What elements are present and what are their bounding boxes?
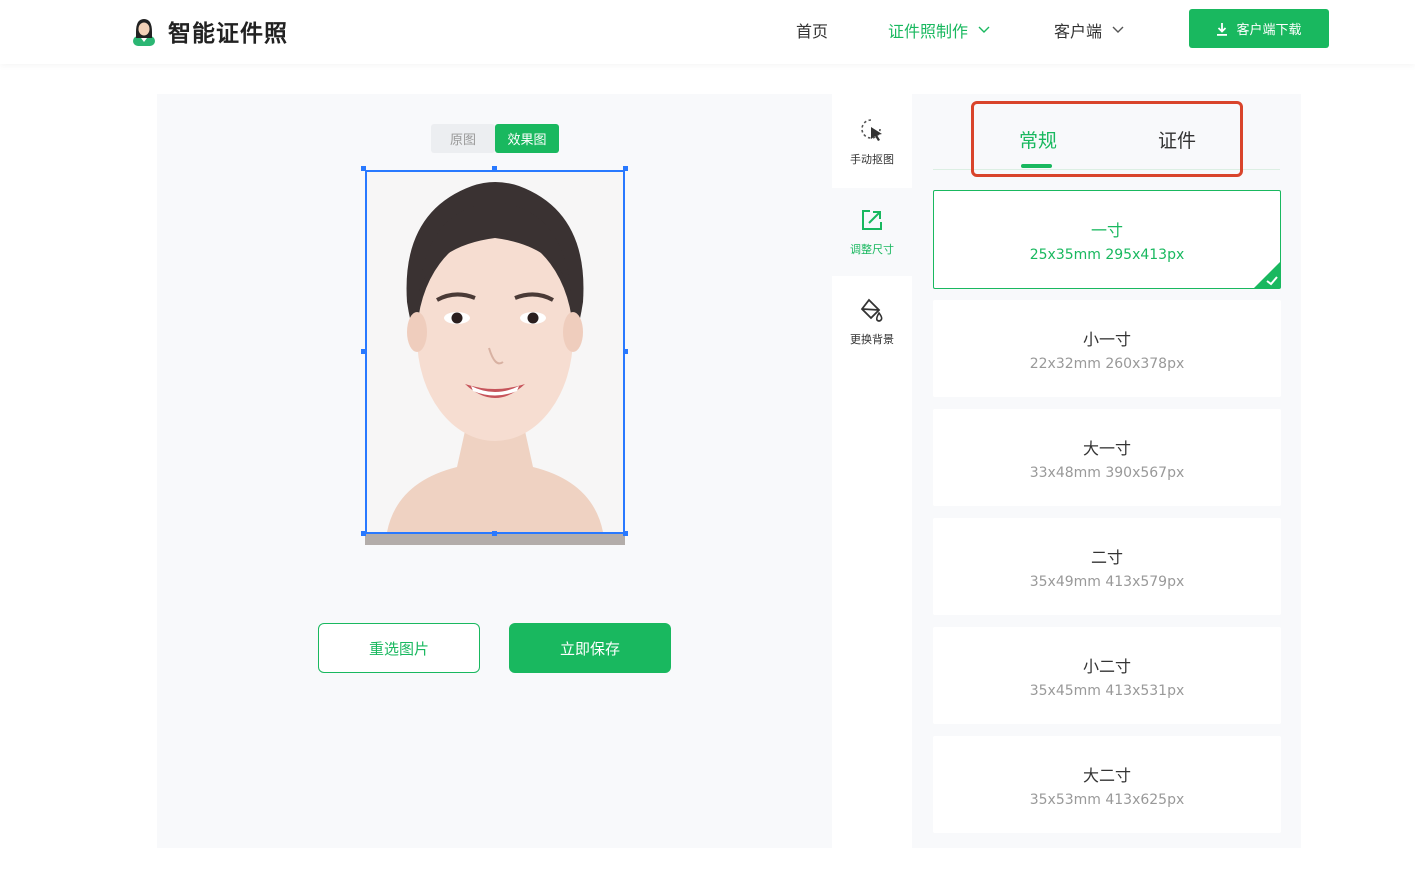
view-toggle: 原图 效果图 (431, 124, 559, 153)
crop-handle-top[interactable] (492, 166, 497, 171)
tool-manual-cutout[interactable]: 手动抠图 (832, 98, 912, 186)
crop-handle-br[interactable] (623, 531, 628, 536)
size-spec: 22x32mm 260x378px (1029, 355, 1185, 372)
size-name: 大二寸 (1082, 765, 1131, 785)
size-tabs: 常规 证件 (933, 94, 1280, 170)
crop-handle-bottom[interactable] (492, 531, 497, 536)
nav-id-photo-label: 证件照制作 (888, 22, 969, 41)
logo-avatar-icon (133, 19, 155, 46)
size-name: 大一寸 (1082, 438, 1131, 458)
tool-manual-cutout-label: 手动抠图 (850, 153, 894, 166)
logo-text: 智能证件照 (168, 21, 288, 47)
tool-resize-label: 调整尺寸 (850, 243, 894, 256)
nav-home-label: 首页 (796, 22, 829, 41)
crop-handle-left[interactable] (361, 349, 366, 354)
toggle-original[interactable]: 原图 (431, 124, 495, 153)
size-name: 小二寸 (1082, 656, 1131, 676)
size-spec: 35x49mm 413x579px (1029, 573, 1185, 590)
chevron-down-icon (978, 26, 990, 33)
size-option-small-2inch[interactable]: 小二寸 35x45mm 413x531px (933, 627, 1281, 724)
size-option-small-1inch[interactable]: 小一寸 22x32mm 260x378px (933, 300, 1281, 397)
resize-icon (862, 210, 882, 230)
toggle-effect[interactable]: 效果图 (495, 124, 559, 153)
size-name: 小一寸 (1082, 329, 1131, 349)
crop-handle-tr[interactable] (623, 166, 628, 171)
tool-sidebar: 手动抠图 调整尺寸 更换背景 (832, 94, 912, 848)
top-header: 智能证件照 首页 证件照制作 客户端 客户端下载 (0, 0, 1415, 64)
size-name: 一寸 (1090, 220, 1123, 240)
tool-change-background-label: 更换背景 (850, 333, 894, 346)
download-icon (1217, 22, 1228, 36)
client-download-label: 客户端下载 (1236, 23, 1302, 38)
photo-editor-panel: 原图 效果图 重选图片 立即保存 (157, 94, 832, 848)
nav-home[interactable]: 首页 (796, 18, 828, 42)
size-spec: 35x45mm 413x531px (1029, 682, 1185, 699)
size-option-large-2inch[interactable]: 大二寸 35x53mm 413x625px (933, 736, 1281, 833)
size-name: 二寸 (1090, 547, 1123, 567)
size-option-2inch[interactable]: 二寸 35x49mm 413x579px (933, 518, 1281, 615)
tab-certificate[interactable]: 证件 (1158, 126, 1196, 153)
portrait-photo (365, 170, 625, 534)
chevron-down-icon (1112, 26, 1124, 33)
tool-resize[interactable]: 调整尺寸 (832, 188, 912, 276)
size-spec: 25x35mm 295x413px (1029, 246, 1185, 263)
tool-change-background[interactable]: 更换背景 (832, 278, 912, 366)
tab-regular[interactable]: 常规 (1019, 126, 1057, 153)
paint-bucket-icon (860, 298, 883, 322)
size-option-1inch[interactable]: 一寸 25x35mm 295x413px (933, 190, 1281, 289)
reselect-image-button[interactable]: 重选图片 (318, 623, 480, 673)
nav-client-label: 客户端 (1054, 22, 1103, 41)
save-now-button[interactable]: 立即保存 (509, 623, 671, 673)
nav-client[interactable]: 客户端 (1054, 18, 1124, 42)
size-option-large-1inch[interactable]: 大一寸 33x48mm 390x567px (933, 409, 1281, 506)
client-download-button[interactable]: 客户端下载 (1189, 9, 1329, 48)
logo[interactable]: 智能证件照 (130, 14, 288, 48)
cursor-select-icon (861, 119, 882, 141)
photo-crop-area[interactable] (361, 166, 628, 545)
crop-handle-bl[interactable] (361, 531, 366, 536)
crop-handle-tl[interactable] (361, 166, 366, 171)
size-spec: 33x48mm 390x567px (1029, 464, 1185, 481)
portrait-image (367, 172, 623, 532)
selected-check-icon (1254, 262, 1280, 288)
nav-id-photo-making[interactable]: 证件照制作 (888, 18, 990, 42)
size-selection-panel: 常规 证件 一寸 25x35mm 295x413px 小一寸 22x32mm 2… (912, 94, 1301, 848)
size-spec: 35x53mm 413x625px (1029, 791, 1185, 808)
crop-handle-right[interactable] (623, 349, 628, 354)
active-tab-underline (1021, 164, 1052, 168)
